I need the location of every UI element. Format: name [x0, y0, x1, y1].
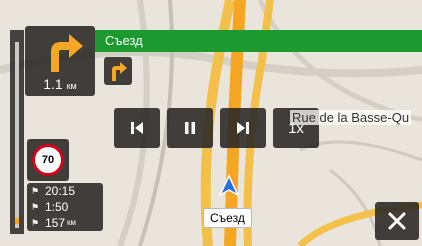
turn-distance-unit: км — [66, 81, 77, 91]
arrival-time: 20:15 — [45, 184, 76, 198]
turn-instruction-panel[interactable]: 1.1 км — [25, 26, 95, 96]
skip-back-button[interactable] — [114, 108, 160, 148]
remaining-distance-unit: км — [67, 218, 77, 227]
next-street-banner: Съезд — [95, 30, 422, 52]
flag-distance-icon: ⚑ — [31, 218, 40, 228]
remaining-time: 1:50 — [45, 200, 69, 214]
turn-right-arrow-icon — [51, 34, 83, 72]
checkered-flag-icon: ⚑ — [31, 186, 40, 196]
close-icon — [388, 212, 406, 230]
remaining-distance: 157 — [45, 216, 66, 230]
trip-info-panel[interactable]: ⚑ 20:15 ⚑ 1:50 ⚑ 157 км — [27, 183, 103, 231]
progress-fill — [15, 218, 19, 224]
eta-arrival-row: ⚑ 20:15 — [27, 183, 103, 199]
skip-back-icon — [131, 122, 143, 134]
next-turn-panel — [104, 57, 132, 85]
navigation-arrow-icon — [218, 174, 240, 197]
turn-distance-value: 1.1 — [43, 76, 63, 92]
flag-clock-icon: ⚑ — [31, 202, 40, 212]
current-road-label: Съезд — [203, 208, 252, 228]
pause-icon — [185, 122, 195, 134]
close-button[interactable] — [375, 202, 419, 240]
pause-button[interactable] — [167, 108, 213, 148]
navigation-screen: Съезд 1.1 км 1x Rue de la Basse-Qu 70 ⚑ 2… — [0, 0, 422, 246]
skip-forward-button[interactable] — [220, 108, 266, 148]
eta-remaining-time-row: ⚑ 1:50 — [27, 199, 103, 215]
speed-limit-sign: 70 — [32, 144, 64, 176]
map-street-label: Rue de la Basse-Qu — [290, 110, 412, 125]
turn-right-small-icon — [112, 62, 127, 81]
route-progress-bar — [10, 30, 24, 234]
progress-track — [15, 42, 19, 228]
speed-limit-panel: 70 — [27, 139, 69, 181]
skip-forward-icon — [237, 122, 249, 134]
eta-remaining-distance-row: ⚑ 157 км — [27, 215, 103, 231]
turn-distance: 1.1 км — [25, 76, 95, 92]
